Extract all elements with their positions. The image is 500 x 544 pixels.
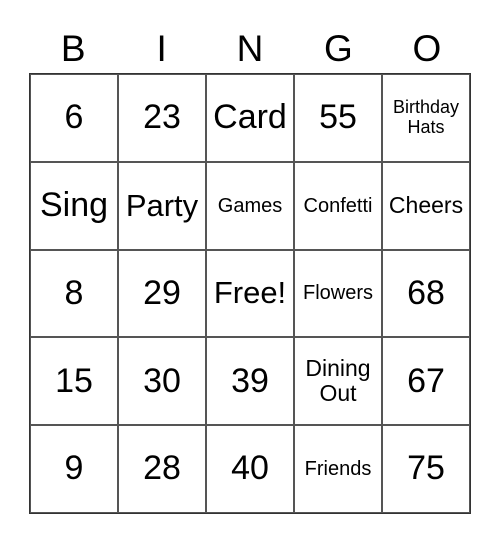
bingo-cell[interactable]: 39 bbox=[206, 337, 294, 426]
bingo-cell[interactable]: Sing bbox=[30, 161, 118, 250]
bingo-cell[interactable]: Free! bbox=[206, 249, 294, 338]
bingo-cell[interactable]: 67 bbox=[382, 337, 470, 426]
bingo-cell[interactable]: Birthday Hats bbox=[382, 74, 470, 162]
header-letter-n: N bbox=[236, 28, 264, 69]
bingo-cell[interactable]: Cheers bbox=[382, 161, 470, 250]
bingo-cell[interactable]: 29 bbox=[118, 249, 206, 338]
header-letter-o: O bbox=[412, 28, 442, 69]
bingo-cell[interactable]: Dining Out bbox=[294, 337, 382, 426]
bingo-board: 6 23 Card 55 Birthday Hats Sing Party Games Conf… bbox=[29, 73, 471, 514]
bingo-cell[interactable]: 30 bbox=[118, 337, 206, 426]
bingo-cell[interactable]: 23 bbox=[118, 74, 206, 162]
bingo-cell[interactable]: 9 bbox=[30, 425, 118, 513]
header-letter-g: G bbox=[324, 28, 353, 69]
bingo-cell[interactable]: Friends bbox=[294, 425, 382, 513]
bingo-cell[interactable]: 6 bbox=[30, 74, 118, 162]
bingo-cell[interactable]: 75 bbox=[382, 425, 470, 513]
bingo-cell[interactable]: 8 bbox=[30, 249, 118, 338]
bingo-cell[interactable]: Party bbox=[118, 161, 206, 250]
bingo-cell[interactable]: 15 bbox=[30, 337, 118, 426]
bingo-cell[interactable]: Confetti bbox=[294, 161, 382, 250]
bingo-header: B I N G O bbox=[29, 26, 471, 72]
bingo-cell[interactable]: 55 bbox=[294, 74, 382, 162]
bingo-cell[interactable]: 28 bbox=[118, 425, 206, 513]
bingo-cell[interactable]: 40 bbox=[206, 425, 294, 513]
header-letter-b: B bbox=[60, 28, 86, 69]
bingo-cell[interactable]: 68 bbox=[382, 249, 470, 338]
bingo-cell[interactable]: Games bbox=[206, 161, 294, 250]
bingo-cell[interactable]: Card bbox=[206, 74, 294, 162]
header-letter-i: I bbox=[156, 28, 167, 69]
bingo-cell[interactable]: Flowers bbox=[294, 249, 382, 338]
